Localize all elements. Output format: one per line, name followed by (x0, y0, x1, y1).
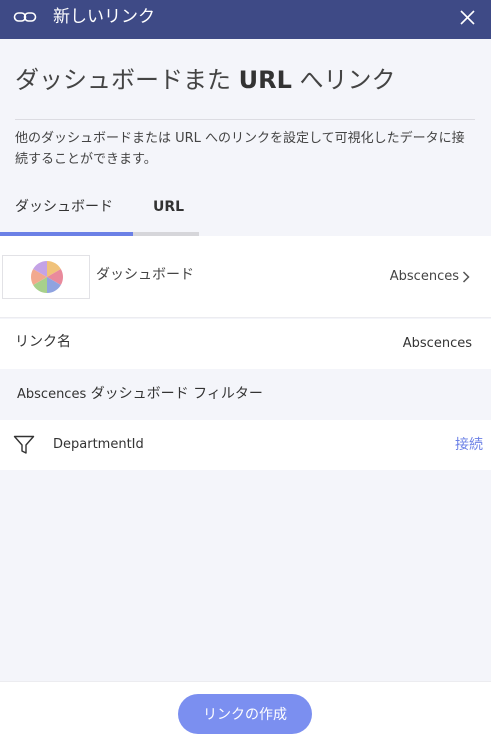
link-name-value[interactable]: Abscences (403, 334, 472, 354)
dialog-footer: リンクの作成 (0, 681, 491, 740)
dashboard-selector[interactable]: ダッシュボード Abscences (0, 236, 491, 318)
filter-row: DepartmentId 接続 (0, 420, 491, 470)
heading-suffix: へリンク (291, 66, 396, 94)
pie-chart-icon (31, 261, 63, 293)
dashboard-thumbnail (2, 255, 90, 299)
filter-section-dashboard: Abscences (17, 387, 87, 402)
page-title: ダッシュボードまた URL へリンク (15, 64, 396, 96)
link-icon (13, 12, 37, 22)
close-icon[interactable] (459, 9, 476, 26)
dashboard-label: ダッシュボード (96, 267, 194, 283)
connect-link[interactable]: 接続 (455, 435, 483, 455)
filter-section-label: ダッシュボード フィルター (90, 386, 263, 402)
dialog-titlebar: 新しいリンク (0, 0, 491, 39)
link-name-label: リンク名 (15, 334, 71, 350)
description-text: 他のダッシュボードまたは URL へのリンクを設定して可視化したデータに接続する… (15, 131, 465, 167)
filter-icon (13, 435, 35, 454)
heading-url: URL (238, 66, 292, 94)
divider (15, 119, 475, 120)
filter-section-header: Abscences ダッシュボード フィルター (0, 369, 491, 420)
filter-section-title: Abscences ダッシュボード フィルター (17, 384, 263, 405)
tab-dashboard[interactable]: ダッシュボード (15, 197, 113, 217)
dialog-header: ダッシュボードまた URL へリンク 他のダッシュボードまたは URL へのリン… (0, 39, 491, 236)
heading-prefix: ダッシュボードまた (15, 66, 239, 94)
dashboard-value: Abscences (389, 269, 459, 284)
dialog-title: 新しいリンク (53, 7, 155, 27)
create-link-button[interactable]: リンクの作成 (178, 694, 312, 734)
filter-name: DepartmentId (53, 437, 144, 452)
tab-url[interactable]: URL (153, 197, 184, 217)
link-name-row[interactable]: リンク名 Abscences (0, 319, 491, 369)
chevron-right-icon (462, 271, 470, 283)
